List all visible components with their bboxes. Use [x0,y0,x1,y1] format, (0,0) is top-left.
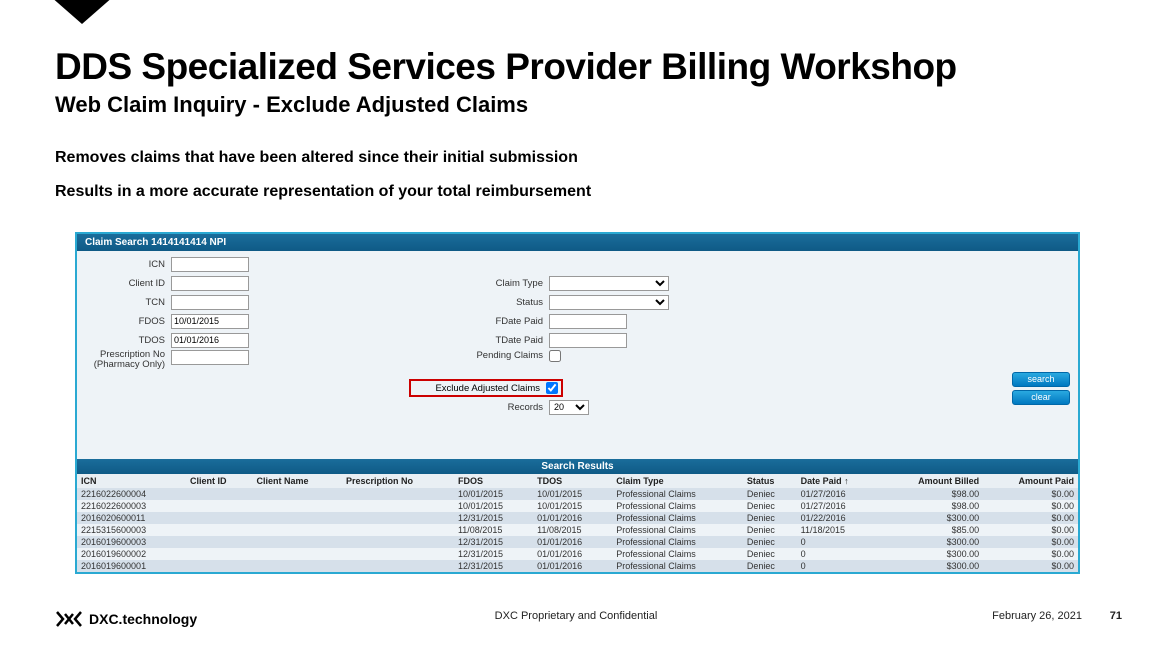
label-fdate-paid: FDate Paid [429,316,549,327]
results-header-row: ICN Client ID Client Name Prescription N… [77,474,1078,488]
select-claim-type[interactable] [549,276,669,291]
panel-header: Claim Search 1414141414 NPI [77,234,1078,251]
col-date-paid: Date Paid ↑ [797,474,881,488]
table-row[interactable]: 201601960000312/31/201501/01/2016Profess… [77,536,1078,548]
label-prescription-no: Prescription No (Pharmacy Only) [83,350,171,371]
footer-page-number: 71 [1110,610,1122,622]
input-icn[interactable] [171,257,249,272]
table-row[interactable]: 221531560000311/08/201511/08/2015Profess… [77,524,1078,536]
bullet-1: Removes claims that have been altered si… [55,149,578,167]
col-amount-billed: Amount Billed [880,474,983,488]
col-amount-paid: Amount Paid [983,474,1078,488]
exclude-adjusted-highlight: Exclude Adjusted Claims [411,381,561,395]
label-exclude-adjusted: Exclude Adjusted Claims [414,383,540,394]
label-tdate-paid: TDate Paid [429,335,549,346]
bullet-2: Results in a more accurate representatio… [55,183,591,201]
results-header: Search Results [77,459,1078,474]
col-client-id: Client ID [186,474,252,488]
col-prescription-no: Prescription No [342,474,454,488]
col-client-name: Client Name [252,474,342,488]
label-status: Status [429,297,549,308]
label-fdos: FDOS [83,316,171,327]
search-form: ICN Client ID Claim Type TCN Status FDOS… [77,251,1078,423]
input-fdate-paid[interactable] [549,314,627,329]
table-row[interactable]: 221602260000310/01/201510/01/2015Profess… [77,500,1078,512]
col-fdos: FDOS [454,474,533,488]
col-claim-type: Claim Type [612,474,743,488]
input-tdate-paid[interactable] [549,333,627,348]
page-title: DDS Specialized Services Provider Billin… [55,46,957,88]
table-row[interactable]: 201602060001112/31/201501/01/2016Profess… [77,512,1078,524]
col-status: Status [743,474,797,488]
select-records[interactable]: 20 [549,400,589,415]
checkbox-exclude-adjusted[interactable] [546,382,558,394]
col-tdos: TDOS [533,474,612,488]
checkbox-pending-claims[interactable] [549,350,561,362]
claim-search-panel: Claim Search 1414141414 NPI ICN Client I… [75,232,1080,574]
table-row[interactable]: 201601960000212/31/201501/01/2016Profess… [77,548,1078,560]
select-status[interactable] [549,295,669,310]
results-table: ICN Client ID Client Name Prescription N… [77,474,1078,572]
table-row[interactable]: 201601960000112/31/201501/01/2016Profess… [77,560,1078,572]
clear-button[interactable]: clear [1012,390,1070,405]
slide-accent-triangle [50,0,114,24]
col-icn: ICN [77,474,186,488]
page-subtitle: Web Claim Inquiry - Exclude Adjusted Cla… [55,92,528,118]
footer-confidential: DXC Proprietary and Confidential [0,610,1152,622]
input-client-id[interactable] [171,276,249,291]
label-records: Records [429,402,549,413]
label-claim-type: Claim Type [429,278,549,289]
label-tcn: TCN [83,297,171,308]
label-tdos: TDOS [83,335,171,346]
label-icn: ICN [83,259,171,270]
input-prescription-no[interactable] [171,350,249,365]
table-row[interactable]: 221602260000410/01/201510/01/2015Profess… [77,488,1078,500]
search-button[interactable]: search [1012,372,1070,387]
input-tdos[interactable] [171,333,249,348]
input-fdos[interactable] [171,314,249,329]
label-pending-claims: Pending Claims [429,350,549,361]
label-client-id: Client ID [83,278,171,289]
input-tcn[interactable] [171,295,249,310]
footer-date: February 26, 2021 [992,610,1082,622]
